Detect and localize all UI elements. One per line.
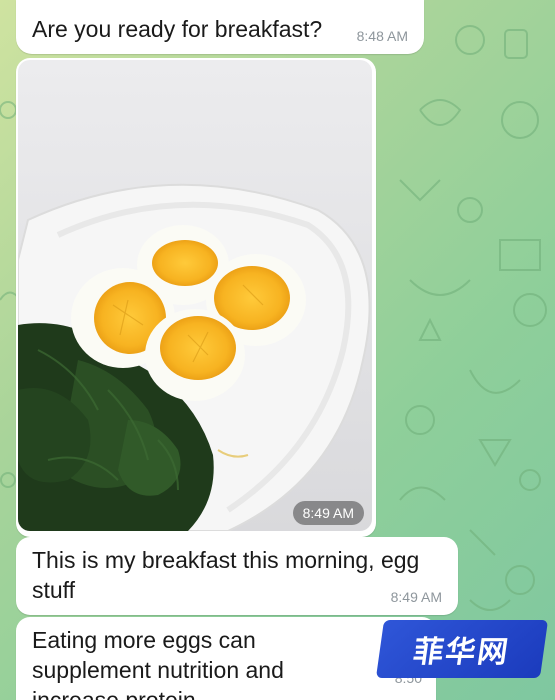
photo-time: 8:49 AM: [292, 501, 364, 525]
message-time: 8:48 AM: [356, 28, 408, 44]
message-text: Eating more eggs can supplement nutritio…: [32, 625, 432, 700]
message-text: Are you ready for breakfast?: [32, 16, 323, 42]
site-watermark-logo: 菲华网: [375, 620, 549, 678]
message-time: 8:49 AM: [390, 589, 442, 605]
message-bubble-4[interactable]: Eating more eggs can supplement nutritio…: [16, 617, 436, 700]
photo-message[interactable]: 8:49 AM: [16, 58, 376, 537]
breakfast-photo[interactable]: [18, 60, 372, 531]
message-bubble-1[interactable]: Are you ready for breakfast? 8:48 AM: [16, 0, 424, 54]
message-text-line-1: Eating more eggs can supplement nutritio…: [32, 627, 284, 700]
message-bubble-3[interactable]: This is my breakfast this morning, egg s…: [16, 537, 458, 615]
message-text: This is my breakfast this morning, egg s…: [32, 547, 420, 603]
